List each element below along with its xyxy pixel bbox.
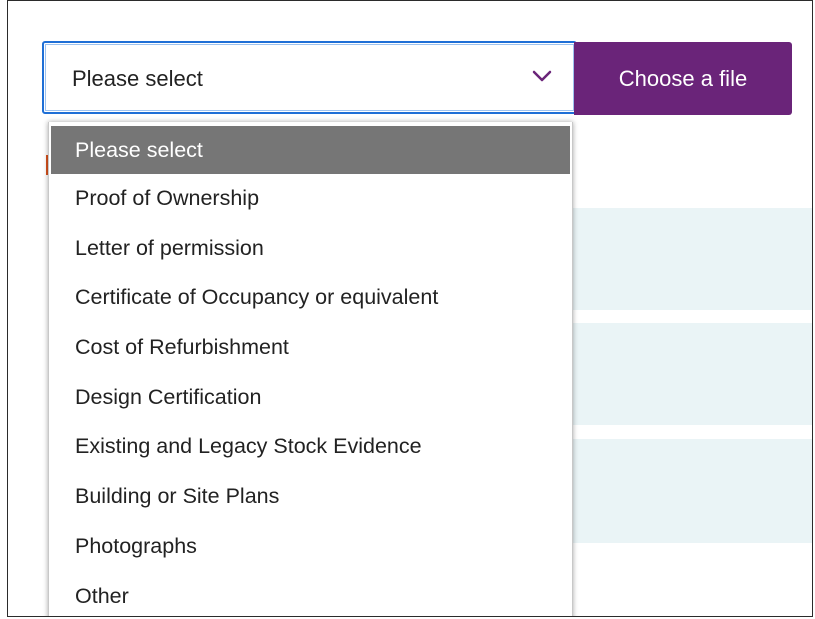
dropdown-option[interactable]: Please select — [51, 126, 570, 174]
page-frame: Please select Choose a file Please selec… — [7, 0, 813, 617]
dropdown-option[interactable]: Building or Site Plans — [49, 472, 572, 522]
dropdown-option[interactable]: Proof of Ownership — [49, 174, 572, 224]
dropdown-option[interactable]: Letter of permission — [49, 224, 572, 274]
chevron-down-icon — [532, 70, 552, 82]
dropdown-option[interactable]: Certificate of Occupancy or equivalent — [49, 273, 572, 323]
choose-file-button[interactable]: Choose a file — [574, 42, 792, 115]
dropdown-option[interactable]: Design Certification — [49, 373, 572, 423]
document-type-select[interactable]: Please select — [42, 41, 577, 114]
select-value: Please select — [72, 66, 203, 91]
dropdown-option[interactable]: Existing and Legacy Stock Evidence — [49, 422, 572, 472]
dropdown-option[interactable]: Other — [49, 572, 572, 617]
document-type-dropdown: Please select Proof of Ownership Letter … — [48, 122, 573, 617]
dropdown-option[interactable]: Cost of Refurbishment — [49, 323, 572, 373]
dropdown-option[interactable]: Photographs — [49, 522, 572, 572]
